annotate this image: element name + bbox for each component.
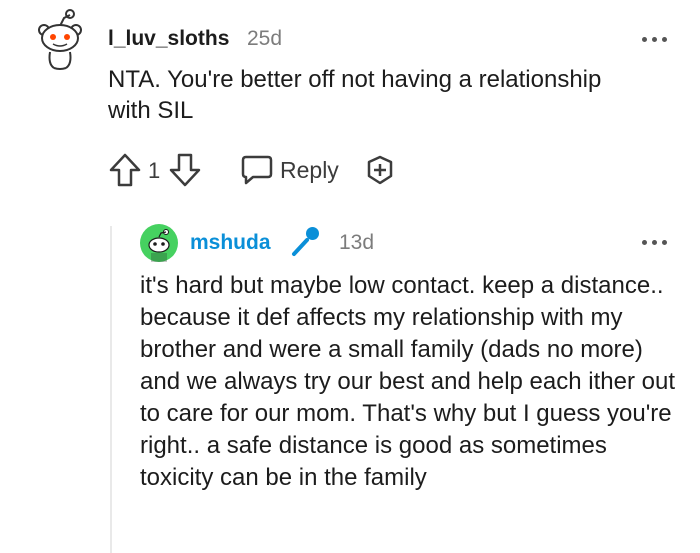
more-options-icon[interactable] xyxy=(642,237,672,247)
green-snoo-avatar-icon[interactable] xyxy=(140,224,178,262)
award-icon[interactable] xyxy=(364,154,396,186)
reply-author[interactable]: mshuda xyxy=(190,231,271,255)
reply-label: Reply xyxy=(280,157,339,183)
downvote-icon[interactable] xyxy=(168,152,202,188)
comment-age: 25d xyxy=(247,27,283,50)
reply-body: it's hard but maybe low contact. keep a … xyxy=(140,272,675,491)
thread-line[interactable] xyxy=(110,226,112,553)
comment-author[interactable]: l_luv_sloths xyxy=(108,27,229,51)
reply-button[interactable]: Reply xyxy=(238,152,348,188)
microphone-icon xyxy=(292,227,319,256)
reply-age: 13d xyxy=(339,231,375,254)
upvote-icon[interactable] xyxy=(108,152,142,188)
chat-bubble-icon xyxy=(241,155,273,185)
comment-body: NTA. You're better off not having a rela… xyxy=(108,66,602,124)
vote-score: 1 xyxy=(148,158,161,183)
more-options-icon[interactable] xyxy=(642,34,672,44)
snoo-avatar-icon[interactable] xyxy=(36,8,84,72)
